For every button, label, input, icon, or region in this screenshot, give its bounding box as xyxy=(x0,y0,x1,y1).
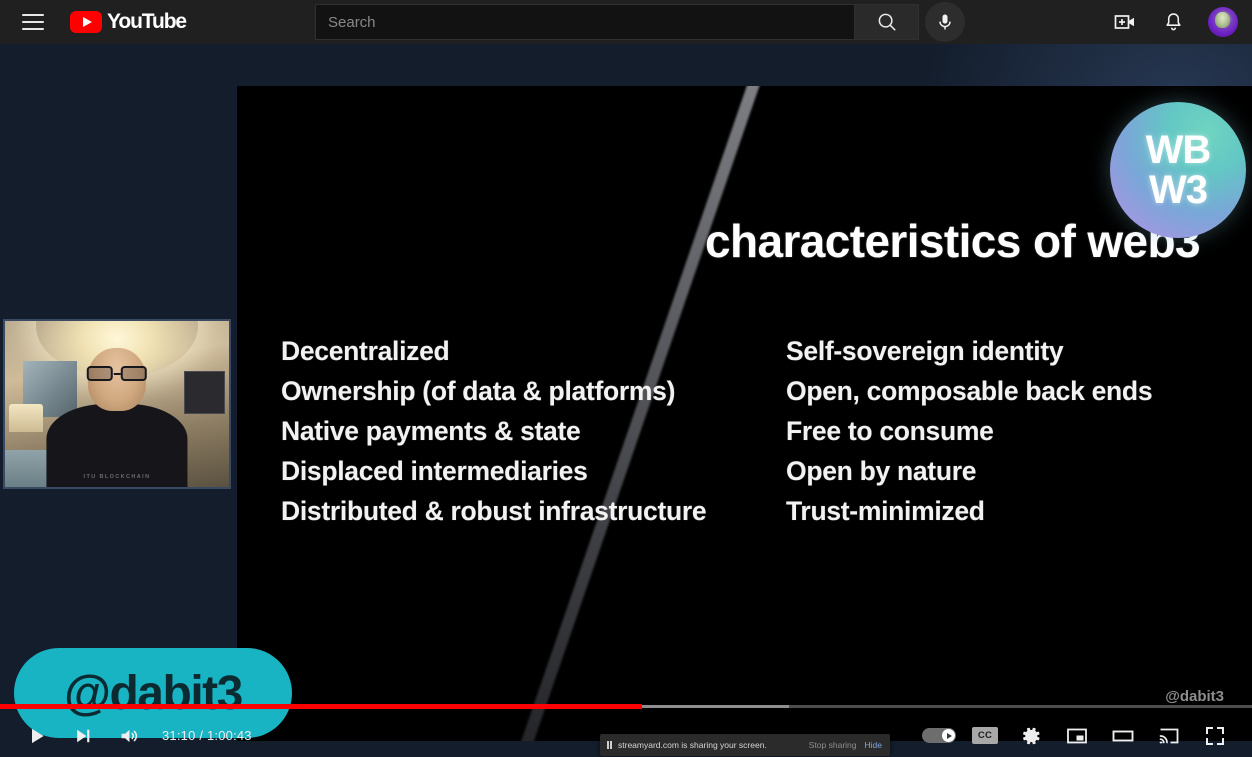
next-icon xyxy=(77,729,90,742)
dabit3-handle-text: @dabit3 xyxy=(64,666,243,720)
miniplayer-button[interactable] xyxy=(1054,714,1100,757)
list-item: Trust-minimized xyxy=(786,496,985,526)
slide-right-column: Self-sovereign identity Open, composable… xyxy=(786,331,1153,531)
player-controls-left: 31:10 / 1:00:43 xyxy=(0,714,252,757)
youtube-wordmark: YouTube xyxy=(107,10,187,33)
bell-icon xyxy=(1165,12,1181,30)
speaker-webcam-thumbnail: ITU BLOCKCHAIN xyxy=(3,319,231,489)
notifications-button[interactable] xyxy=(1160,9,1186,35)
progress-played xyxy=(0,704,643,709)
list-item: Open by nature xyxy=(786,456,977,486)
list-item: Open, composable back ends xyxy=(786,376,1153,406)
list-item: Decentralized xyxy=(281,336,450,366)
list-item: Ownership (of data & platforms) xyxy=(281,376,676,406)
slide-title: characteristics of web3 xyxy=(705,215,1201,267)
cast-icon xyxy=(1159,728,1179,743)
list-item: Displaced intermediaries xyxy=(281,456,588,486)
wbw3-line-2: W3 xyxy=(1149,168,1208,212)
next-video-button[interactable] xyxy=(60,714,106,757)
slide-watermark: @dabit3 xyxy=(1165,688,1224,705)
play-button[interactable] xyxy=(14,714,60,757)
video-player[interactable]: characteristics of web3 Decentralized Ow… xyxy=(0,44,1252,757)
progress-bar[interactable] xyxy=(0,704,1252,709)
list-item: Distributed & robust infrastructure xyxy=(281,496,707,526)
search-icon xyxy=(878,13,896,31)
shirt-text: ITU BLOCKCHAIN xyxy=(83,474,151,480)
captions-button[interactable]: CC xyxy=(962,714,1008,757)
youtube-watch-page: YouTube Search characteristics of web3 D… xyxy=(0,0,1252,757)
autoplay-toggle-icon xyxy=(922,728,956,743)
theater-icon xyxy=(1112,730,1134,741)
fullscreen-button[interactable] xyxy=(1192,714,1238,757)
avatar[interactable] xyxy=(1208,7,1238,37)
autoplay-toggle-button[interactable] xyxy=(916,714,962,757)
cast-button[interactable] xyxy=(1146,714,1192,757)
volume-button[interactable] xyxy=(106,714,152,757)
gear-icon xyxy=(1023,727,1040,744)
theater-mode-button[interactable] xyxy=(1100,714,1146,757)
list-item: Native payments & state xyxy=(281,416,581,446)
search-form xyxy=(315,4,919,40)
youtube-play-icon xyxy=(70,11,102,33)
player-controls-right: CC xyxy=(916,714,1252,757)
youtube-masthead: YouTube xyxy=(0,0,1252,44)
search-submit-button[interactable] xyxy=(855,4,919,40)
guide-menu-icon[interactable] xyxy=(20,12,46,32)
list-item: Self-sovereign identity xyxy=(786,336,1064,366)
masthead-buttons xyxy=(1112,0,1238,44)
volume-icon xyxy=(121,729,138,742)
settings-button[interactable] xyxy=(1008,714,1054,757)
youtube-logo[interactable]: YouTube xyxy=(70,10,187,34)
time-display: 31:10 / 1:00:43 xyxy=(162,728,252,743)
voice-search-button[interactable] xyxy=(925,2,965,42)
search-input[interactable] xyxy=(315,4,855,40)
microphone-icon xyxy=(939,14,951,30)
miniplayer-icon xyxy=(1067,728,1087,743)
wbw3-logo-badge: WB W3 xyxy=(1110,102,1246,238)
glasses-icon xyxy=(86,365,148,381)
presentation-slide: characteristics of web3 Decentralized Ow… xyxy=(237,86,1252,741)
player-controls: 31:10 / 1:00:43 CC xyxy=(0,714,1252,757)
play-icon xyxy=(32,728,44,743)
wbw3-line-1: WB xyxy=(1145,128,1212,172)
list-item: Free to consume xyxy=(786,416,994,446)
slide-left-column: Decentralized Ownership (of data & platf… xyxy=(281,331,786,531)
create-video-icon xyxy=(1114,15,1134,29)
create-video-button[interactable] xyxy=(1112,9,1138,35)
cc-label: CC xyxy=(977,730,993,741)
slide-bullet-columns: Decentralized Ownership (of data & platf… xyxy=(281,331,1241,531)
closed-captions-icon: CC xyxy=(972,727,998,744)
fullscreen-icon xyxy=(1206,726,1224,745)
